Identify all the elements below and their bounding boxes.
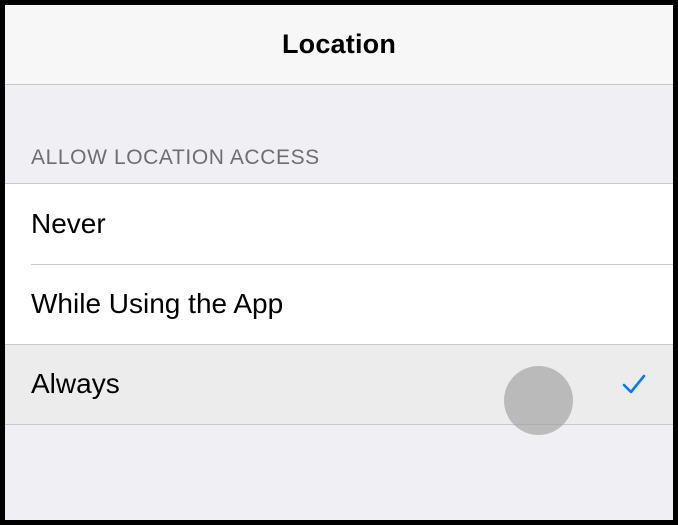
section-header: ALLOW LOCATION ACCESS — [31, 146, 320, 169]
checkmark-icon — [622, 374, 646, 394]
option-always[interactable]: Always — [5, 344, 673, 424]
location-options-group: Never While Using the App Always — [5, 183, 673, 425]
option-while-using-app[interactable]: While Using the App — [5, 264, 673, 344]
option-label: Never — [31, 208, 106, 239]
screen-frame: Location ALLOW LOCATION ACCESS Never Whi… — [0, 0, 678, 525]
option-label: Always — [31, 368, 120, 399]
option-never[interactable]: Never — [5, 184, 673, 264]
page-title: Location — [281, 29, 397, 59]
option-label: While Using the App — [31, 288, 284, 319]
touch-indicator — [504, 366, 573, 435]
navigation-bar: Location — [5, 5, 673, 85]
